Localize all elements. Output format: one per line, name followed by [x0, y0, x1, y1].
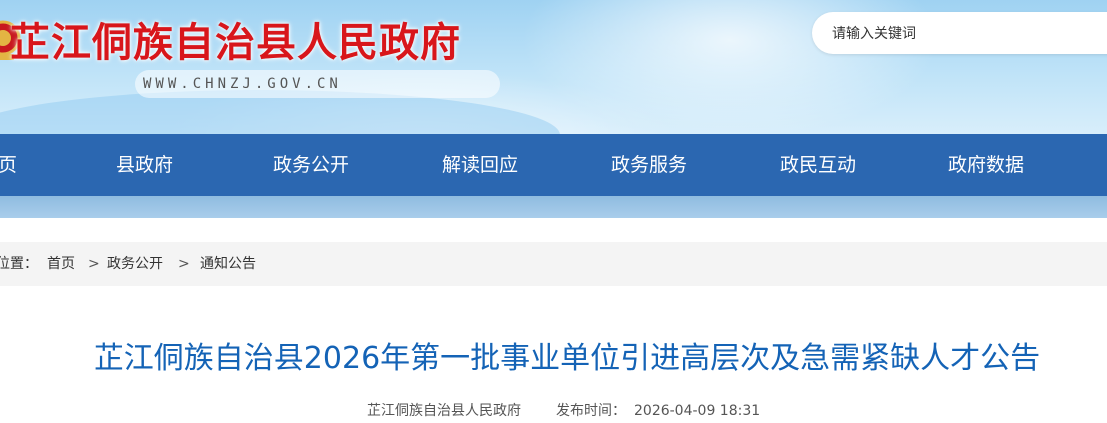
publish-time-label: 发布时间： [556, 403, 626, 419]
nav-item-government-data[interactable]: 政府数据 [948, 134, 1024, 196]
breadcrumb-government-affairs[interactable]: 政务公开 [107, 242, 163, 286]
article-title: 芷江侗族自治县2026年第一批事业单位引进高层次及急需紧缺人才公告 [93, 341, 1041, 376]
site-title[interactable]: 芷江侗族自治县人民政府 [10, 10, 461, 68]
nav-item-home[interactable]: 页 [0, 134, 17, 196]
main-nav: 页 县政府 政务公开 解读回应 政务服务 政民互动 政府数据 [0, 134, 1107, 196]
search-input[interactable] [830, 12, 1094, 56]
nav-item-government-affairs[interactable]: 政务公开 [273, 134, 349, 196]
nav-item-county-government[interactable]: 县政府 [116, 134, 173, 196]
article-source: 芷江侗族自治县人民政府 [367, 403, 521, 419]
breadcrumb-separator: > [88, 256, 100, 272]
nav-sub-strip [0, 196, 1107, 218]
site-banner: 芷江侗族自治县人民政府 WWW.CHNZJ.GOV.CN [0, 0, 1107, 134]
breadcrumb-home[interactable]: 首页 [47, 242, 75, 286]
nav-item-government-services[interactable]: 政务服务 [611, 134, 687, 196]
publish-time: 2026-04-09 18:31 [634, 403, 761, 419]
breadcrumb-prefix: 位置： [0, 256, 38, 272]
search-box[interactable] [812, 12, 1107, 56]
site-url-bar: WWW.CHNZJ.GOV.CN [135, 70, 500, 98]
breadcrumb-notices[interactable]: 通知公告 [200, 242, 256, 286]
nav-item-interaction[interactable]: 政民互动 [780, 134, 856, 196]
breadcrumb-separator: > [178, 256, 190, 272]
nav-item-interpretation[interactable]: 解读回应 [442, 134, 518, 196]
site-url: WWW.CHNZJ.GOV.CN [143, 76, 342, 92]
breadcrumb: 位置： 首页 > 政务公开 > 通知公告 [0, 242, 1107, 286]
